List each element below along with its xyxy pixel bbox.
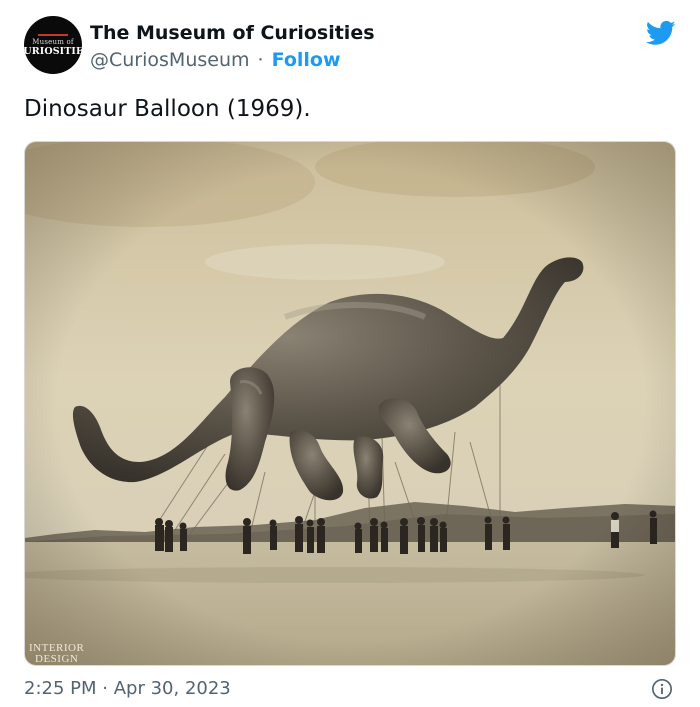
tweet-text: Dinosaur Balloon (1969). xyxy=(24,96,311,122)
author-handle[interactable]: @CuriosMuseum xyxy=(90,49,250,71)
avatar-text-top: Museum of xyxy=(32,37,74,46)
author-handle-row: @CuriosMuseum · Follow xyxy=(90,49,341,71)
avatar-accent xyxy=(38,33,68,36)
author-display-name[interactable]: The Museum of Curiosities xyxy=(90,22,375,44)
tweet-timestamp[interactable]: 2:25 PM · Apr 30, 2023 xyxy=(24,678,231,699)
twitter-bird-icon[interactable] xyxy=(645,18,677,48)
handle-separator: · xyxy=(257,49,264,71)
tweet-card: Museum of CURIOSITIES The Museum of Curi… xyxy=(0,0,700,707)
follow-button[interactable]: Follow xyxy=(272,49,341,71)
avatar[interactable]: Museum of CURIOSITIES xyxy=(24,16,82,74)
watermark-line2: DESIGN xyxy=(35,653,78,665)
tweet-date: Apr 30, 2023 xyxy=(113,678,231,699)
timestamp-separator: · xyxy=(102,678,108,699)
dinosaur-balloon-photo: INTERIOR DESIGN xyxy=(25,142,675,665)
info-icon[interactable] xyxy=(651,678,673,700)
avatar-text-main: CURIOSITIES xyxy=(24,45,82,57)
tweet-time: 2:25 PM xyxy=(24,678,97,699)
tweet-photo[interactable]: INTERIOR DESIGN xyxy=(24,141,676,666)
